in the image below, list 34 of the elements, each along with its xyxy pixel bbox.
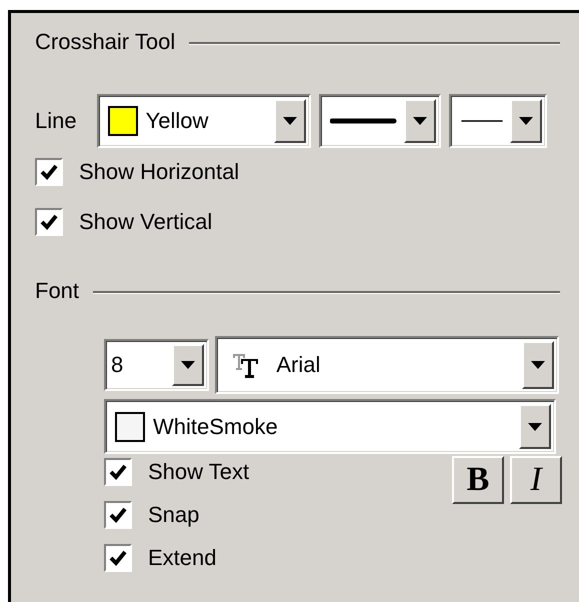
line-style-dropdown[interactable] (448, 94, 547, 148)
dropdown-arrow-icon (412, 117, 427, 125)
font-size-dropdown[interactable]: 8 (104, 339, 210, 391)
check-icon (40, 214, 58, 230)
checkbox[interactable] (104, 544, 132, 572)
font-icon (232, 352, 260, 378)
checkbox[interactable] (35, 158, 63, 186)
checkbox-label: Show Horizontal (79, 159, 240, 185)
italic-button[interactable]: I (510, 456, 562, 504)
check-icon (109, 550, 127, 566)
dropdown-arrow-icon (282, 117, 297, 125)
line-color-dropdown[interactable]: Yellow (96, 94, 311, 148)
dropdown-arrow-icon (181, 361, 196, 369)
checkbox-label: Extend (148, 545, 216, 571)
font-family-dropdown[interactable]: Arial (215, 336, 559, 394)
check-icon (40, 164, 58, 180)
checkbox-label: Show Vertical (79, 209, 212, 235)
bold-button[interactable]: B (452, 456, 504, 504)
line-style-icon (330, 117, 398, 125)
section-title: Crosshair Tool (35, 29, 176, 55)
check-icon (109, 464, 127, 480)
line-style-dropdown[interactable] (318, 94, 441, 148)
checkbox[interactable] (104, 458, 132, 486)
line-label: Line (35, 108, 77, 134)
checkbox-label: Snap (148, 502, 200, 528)
checkbox[interactable] (104, 501, 132, 529)
dropdown-arrow-icon (528, 422, 542, 430)
dropdown-arrow-icon (531, 361, 545, 369)
check-icon (109, 507, 127, 523)
checkbox[interactable] (35, 208, 63, 236)
section-title: Font (35, 278, 80, 304)
checkbox-label: Show Text (148, 459, 250, 485)
dropdown-arrow-icon (518, 117, 533, 125)
font-color-dropdown[interactable]: WhiteSmoke (104, 399, 556, 454)
